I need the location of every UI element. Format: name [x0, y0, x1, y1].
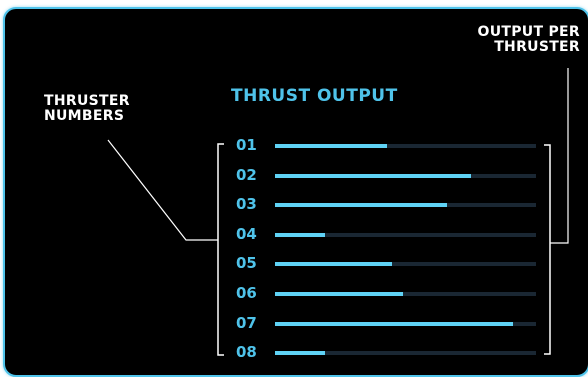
thrust-bar-track: [275, 173, 536, 178]
thruster-number: 02: [236, 165, 257, 184]
thruster-number: 03: [236, 195, 257, 214]
thruster-number: 01: [236, 136, 257, 154]
thrust-bar-track: [275, 321, 536, 326]
callout-right-line-2: THRUSTER: [494, 39, 580, 55]
callout-left-line-2: NUMBERS: [44, 108, 125, 124]
panel-title: THRUST OUTPUT: [231, 86, 398, 106]
thrust-bar-fill: [275, 173, 471, 178]
thruster-number: 06: [236, 284, 257, 302]
thrust-bar-fill: [275, 203, 447, 208]
output-per-thruster-callout: OUTPUT PER THRUSTER: [478, 25, 580, 55]
thrust-bar-track: [275, 292, 536, 296]
thruster-number: 08: [236, 343, 257, 362]
thrust-bar-track: [275, 203, 536, 208]
thrust-bar-track: [275, 144, 536, 148]
thrust-bar-track: [275, 232, 536, 237]
callout-left-line-1: THRUSTER: [44, 93, 130, 109]
thrust-bar-fill: [275, 321, 513, 326]
thrust-bar-fill: [275, 262, 392, 267]
thrust-bar-fill: [275, 292, 403, 296]
thrust-bar-fill: [275, 232, 325, 237]
thrust-bar-fill: [275, 351, 325, 356]
thruster-numbers-callout: THRUSTER NUMBERS: [44, 94, 130, 124]
callout-right-line-1: OUTPUT PER: [477, 24, 580, 40]
thrust-bar-track: [275, 262, 536, 267]
thrust-bar-track: [275, 351, 536, 356]
thrust-bar-fill: [275, 144, 387, 148]
thruster-number: 04: [236, 224, 257, 243]
thruster-number: 05: [236, 254, 257, 273]
thruster-number: 07: [236, 313, 257, 332]
